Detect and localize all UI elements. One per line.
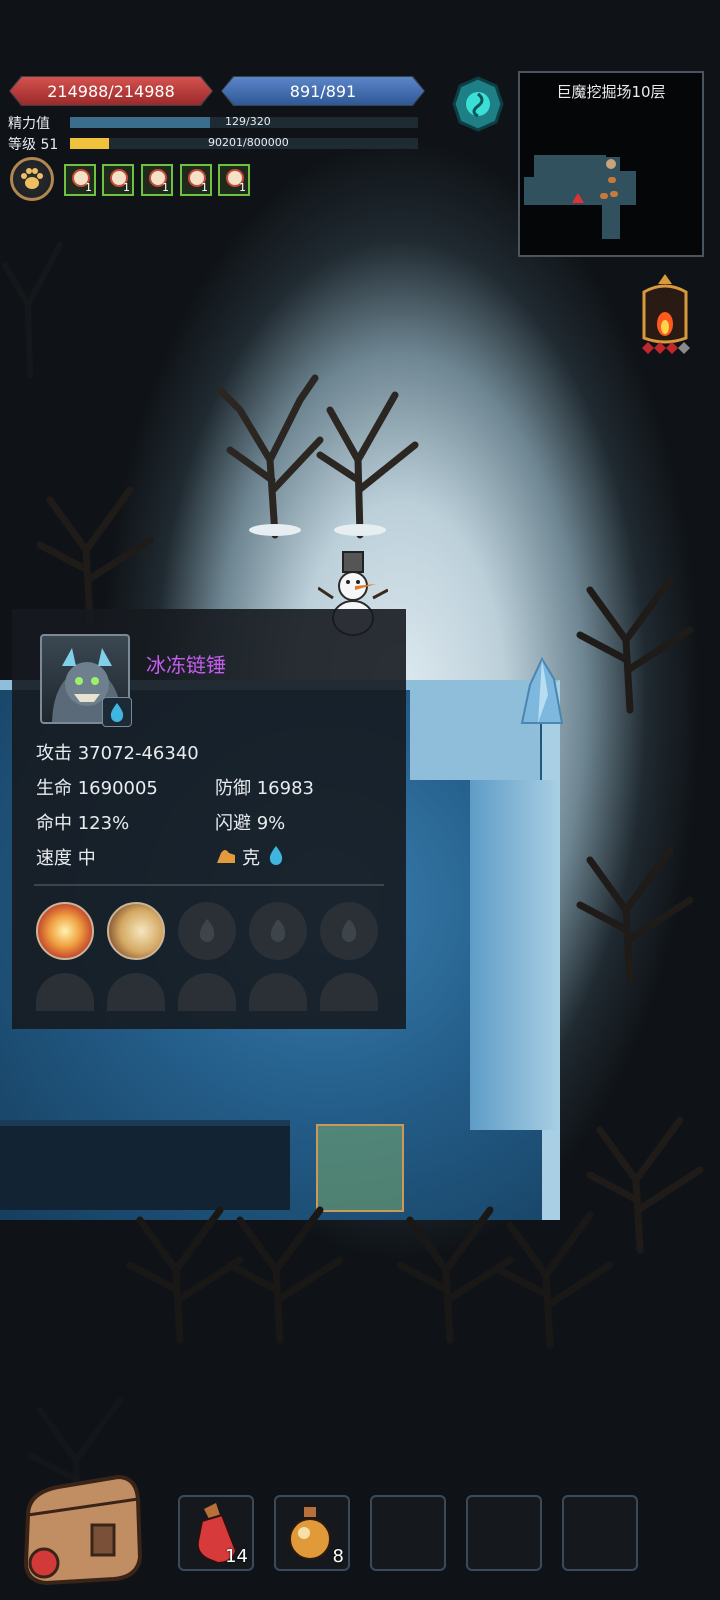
evasion-stat: 闪避 9% xyxy=(215,813,286,834)
panel-divider xyxy=(34,884,384,886)
dead-tree-icon xyxy=(576,846,694,984)
hp-stat: 生命 1690005 xyxy=(36,778,158,799)
npc-marker-icon xyxy=(606,159,616,169)
counter-label: 克 xyxy=(242,848,260,869)
hp-bar: 214988/214988 xyxy=(10,77,212,105)
speed-stat: 速度 中 xyxy=(36,848,96,869)
accuracy-stat: 命中 123% xyxy=(36,813,130,834)
water-drop-icon xyxy=(269,846,283,865)
empty-skill-slot xyxy=(249,902,307,960)
empty-skill-slot xyxy=(320,902,378,960)
empty-skill-slot xyxy=(320,973,378,1011)
stamina-label: 精力值 xyxy=(8,116,50,132)
claw-skill-icon[interactable] xyxy=(107,902,165,960)
dead-tree-icon xyxy=(496,1211,614,1349)
exp-fill xyxy=(70,138,110,149)
stamina-value: 129/320 xyxy=(225,115,271,128)
mp-bar: 891/891 xyxy=(222,77,424,105)
attack-stat: 攻击 37072-46340 xyxy=(36,743,199,764)
dead-tree-icon xyxy=(316,391,419,539)
dead-tree-icon xyxy=(2,242,63,378)
buff-count: 1 xyxy=(123,181,130,194)
minimap-room xyxy=(534,155,606,205)
portal-button[interactable] xyxy=(452,76,504,132)
pet-button[interactable] xyxy=(10,157,54,201)
buff-count: 1 xyxy=(239,181,246,194)
paw-icon xyxy=(21,168,43,189)
dead-tree-icon xyxy=(576,576,694,714)
flame-placeholder-icon xyxy=(270,919,286,942)
player-marker-icon xyxy=(572,193,584,203)
exp-value: 90201/800000 xyxy=(208,136,289,149)
minimap-room xyxy=(524,177,544,205)
ice-wall xyxy=(470,780,560,1130)
minimap[interactable]: 巨魔挖掘场10层 xyxy=(518,71,704,257)
dead-tree-icon xyxy=(226,1206,344,1344)
arm-counter-icon xyxy=(217,850,235,863)
item-slot[interactable] xyxy=(466,1495,542,1571)
flame-placeholder-icon xyxy=(341,919,357,942)
empty-skill-slot xyxy=(107,973,165,1011)
buff-count: 1 xyxy=(162,181,169,194)
empty-skill-slot xyxy=(36,973,94,1011)
flame-placeholder-icon xyxy=(199,919,215,942)
empty-skill-slot xyxy=(178,973,236,1011)
stamina-fill xyxy=(70,117,211,128)
ice-crystal-icon xyxy=(520,656,564,724)
empty-skill-slot xyxy=(178,902,236,960)
minimap-room xyxy=(602,171,636,205)
item-slot[interactable]: 14 xyxy=(178,1495,254,1571)
defense-stat: 防御 16983 xyxy=(215,778,314,799)
buff-count: 1 xyxy=(85,181,92,194)
backpack-button[interactable] xyxy=(18,1465,142,1585)
dead-tree-icon xyxy=(36,486,154,624)
item-count: 14 xyxy=(225,1546,248,1567)
level-label: 等级 51 xyxy=(8,137,59,153)
lantern-icon[interactable] xyxy=(636,272,694,358)
paw-marker-icon xyxy=(600,193,608,199)
buff-slot[interactable]: 1 xyxy=(141,164,173,196)
buff-count: 1 xyxy=(201,181,208,194)
item-slot[interactable]: 8 xyxy=(274,1495,350,1571)
item-slot[interactable] xyxy=(562,1495,638,1571)
empty-skill-slot xyxy=(249,973,307,1011)
item-count: 8 xyxy=(332,1546,344,1567)
minimap-title: 巨魔挖掘场10层 xyxy=(556,83,666,101)
monster-info-panel: 冰冻链锤 攻击 37072-46340 生命 1690005 防御 16983 … xyxy=(12,609,406,1029)
paw-marker-icon xyxy=(608,177,616,183)
paw-marker-icon xyxy=(610,191,618,197)
buff-slot[interactable]: 1 xyxy=(64,164,96,196)
element-badge xyxy=(102,697,132,727)
item-slot[interactable] xyxy=(370,1495,446,1571)
monster-name: 冰冻链锤 xyxy=(146,653,226,677)
buff-slot[interactable]: 1 xyxy=(102,164,134,196)
buff-slot[interactable]: 1 xyxy=(180,164,212,196)
minimap-room xyxy=(602,203,620,239)
water-drop-icon xyxy=(110,703,124,722)
burst-skill-icon[interactable] xyxy=(36,902,94,960)
buff-slot[interactable]: 1 xyxy=(218,164,250,196)
